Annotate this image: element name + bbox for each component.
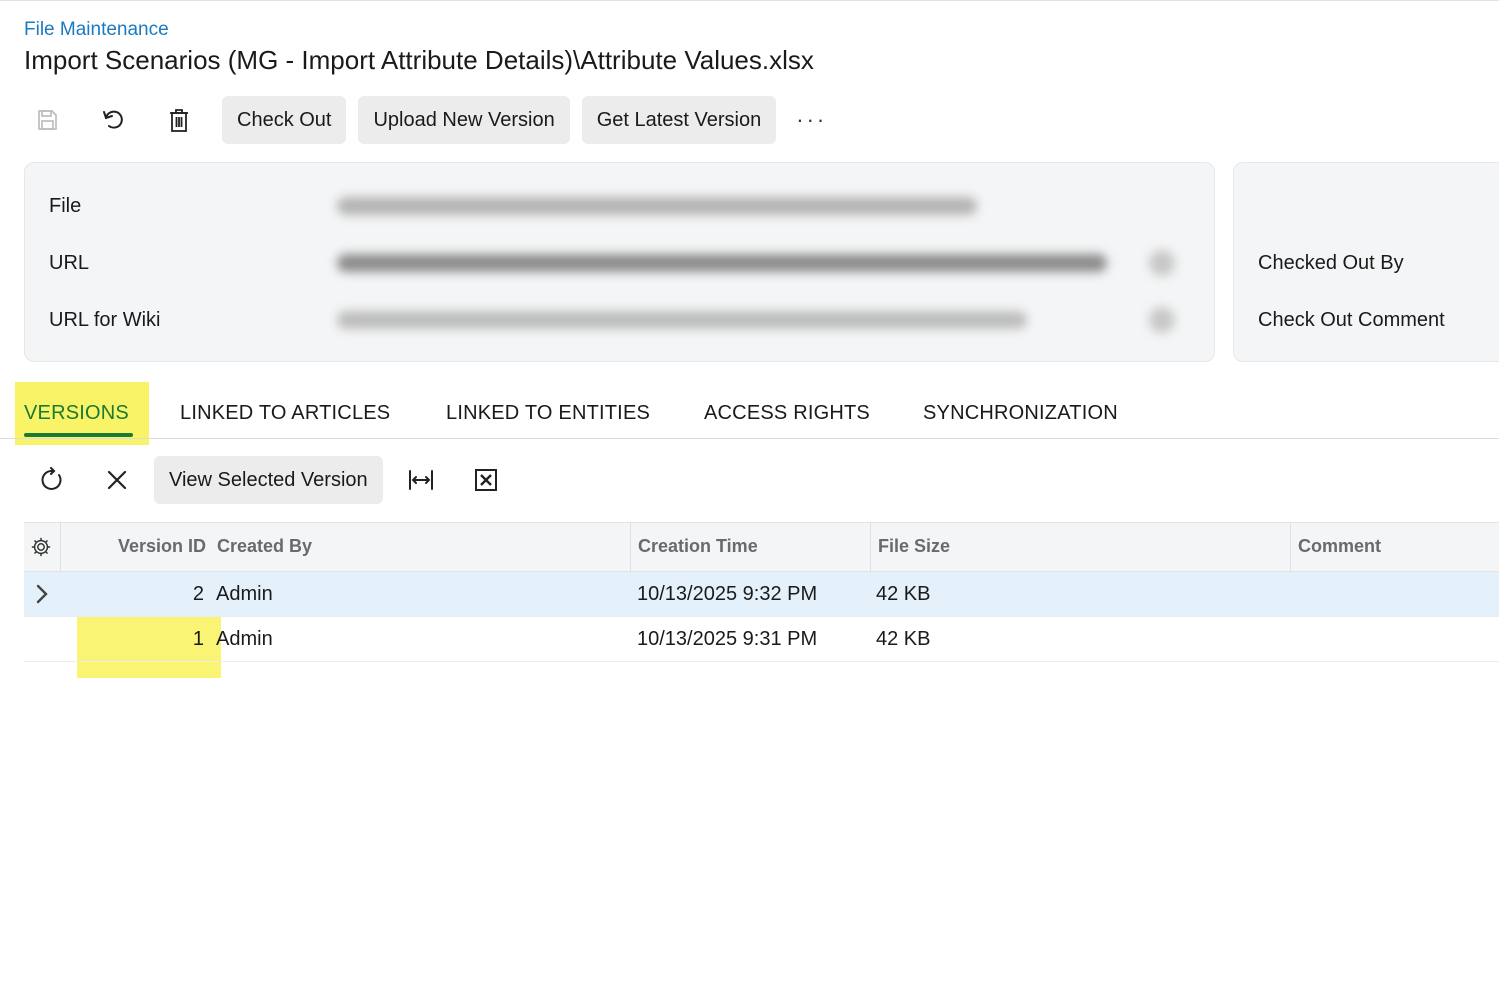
save-icon[interactable]	[24, 96, 70, 144]
trash-icon[interactable]	[156, 96, 202, 144]
active-tab-indicator	[24, 433, 133, 437]
tab-access-rights[interactable]: ACCESS RIGHTS	[704, 402, 870, 425]
close-icon[interactable]	[89, 456, 145, 504]
tab-versions[interactable]: VERSIONS	[24, 402, 129, 425]
column-header-version-id[interactable]: Version ID	[60, 523, 206, 571]
more-actions-button[interactable]: ···	[796, 107, 827, 133]
get-latest-version-button[interactable]: Get Latest Version	[581, 96, 777, 144]
page-title: Import Scenarios (MG - Import Attribute …	[24, 45, 814, 75]
open-url-icon[interactable]	[1149, 250, 1175, 276]
checkout-info-panel: Checked Out By Check Out Comment	[1233, 162, 1499, 362]
versions-grid: Version ID Created By Creation Time File…	[24, 522, 1499, 662]
column-header-created-by[interactable]: Created By	[217, 523, 630, 571]
column-header-comment[interactable]: Comment	[1290, 523, 1498, 571]
cell-file-size: 42 KB	[876, 628, 931, 650]
check-out-button[interactable]: Check Out	[222, 96, 347, 144]
fit-columns-icon[interactable]	[393, 456, 449, 504]
view-selected-version-button[interactable]: View Selected Version	[154, 456, 383, 504]
cell-creation-time: 10/13/2025 9:32 PM	[637, 583, 818, 605]
cell-created-by: Admin	[216, 628, 273, 650]
file-info-panel: File URL URL for Wiki	[24, 162, 1215, 362]
file-value-redacted	[337, 197, 977, 215]
breadcrumb[interactable]: File Maintenance	[24, 19, 169, 41]
cell-created-by: Admin	[216, 583, 273, 605]
url-value-redacted[interactable]	[337, 254, 1107, 272]
cell-version-id: 1	[192, 628, 204, 650]
cell-creation-time: 10/13/2025 9:31 PM	[637, 628, 818, 650]
tab-bar: VERSIONS LINKED TO ARTICLES LINKED TO EN…	[0, 380, 1499, 439]
refresh-icon[interactable]	[24, 456, 80, 504]
tab-synchronization[interactable]: SYNCHRONIZATION	[923, 402, 1118, 425]
upload-new-version-button[interactable]: Upload New Version	[358, 96, 570, 144]
url-wiki-label: URL for Wiki	[49, 309, 161, 331]
top-divider	[0, 0, 1499, 1]
cell-file-size: 42 KB	[876, 583, 931, 605]
excel-export-icon[interactable]	[458, 456, 514, 504]
check-out-comment-label: Check Out Comment	[1258, 309, 1445, 331]
tab-linked-to-articles[interactable]: LINKED TO ARTICLES	[180, 402, 390, 425]
file-label: File	[49, 195, 82, 217]
gear-icon[interactable]	[30, 536, 52, 563]
main-toolbar: Check Out Upload New Version Get Latest …	[24, 96, 827, 144]
grid-toolbar: View Selected Version	[24, 456, 523, 504]
url-label: URL	[49, 252, 90, 274]
table-row[interactable]: 1 Admin 10/13/2025 9:31 PM 42 KB	[24, 617, 1499, 662]
grid-header: Version ID Created By Creation Time File…	[24, 522, 1499, 572]
table-row[interactable]: 2 Admin 10/13/2025 9:32 PM 42 KB	[24, 572, 1499, 617]
column-header-file-size[interactable]: File Size	[870, 523, 1291, 571]
undo-icon[interactable]	[90, 96, 136, 144]
column-header-creation-time[interactable]: Creation Time	[630, 523, 871, 571]
tab-linked-to-entities[interactable]: LINKED TO ENTITIES	[446, 402, 650, 425]
chevron-right-icon[interactable]	[34, 582, 50, 611]
copy-url-wiki-icon[interactable]	[1149, 307, 1175, 333]
cell-version-id: 2	[192, 583, 204, 605]
checked-out-by-label: Checked Out By	[1258, 252, 1404, 274]
url-wiki-value-redacted[interactable]	[337, 311, 1027, 329]
